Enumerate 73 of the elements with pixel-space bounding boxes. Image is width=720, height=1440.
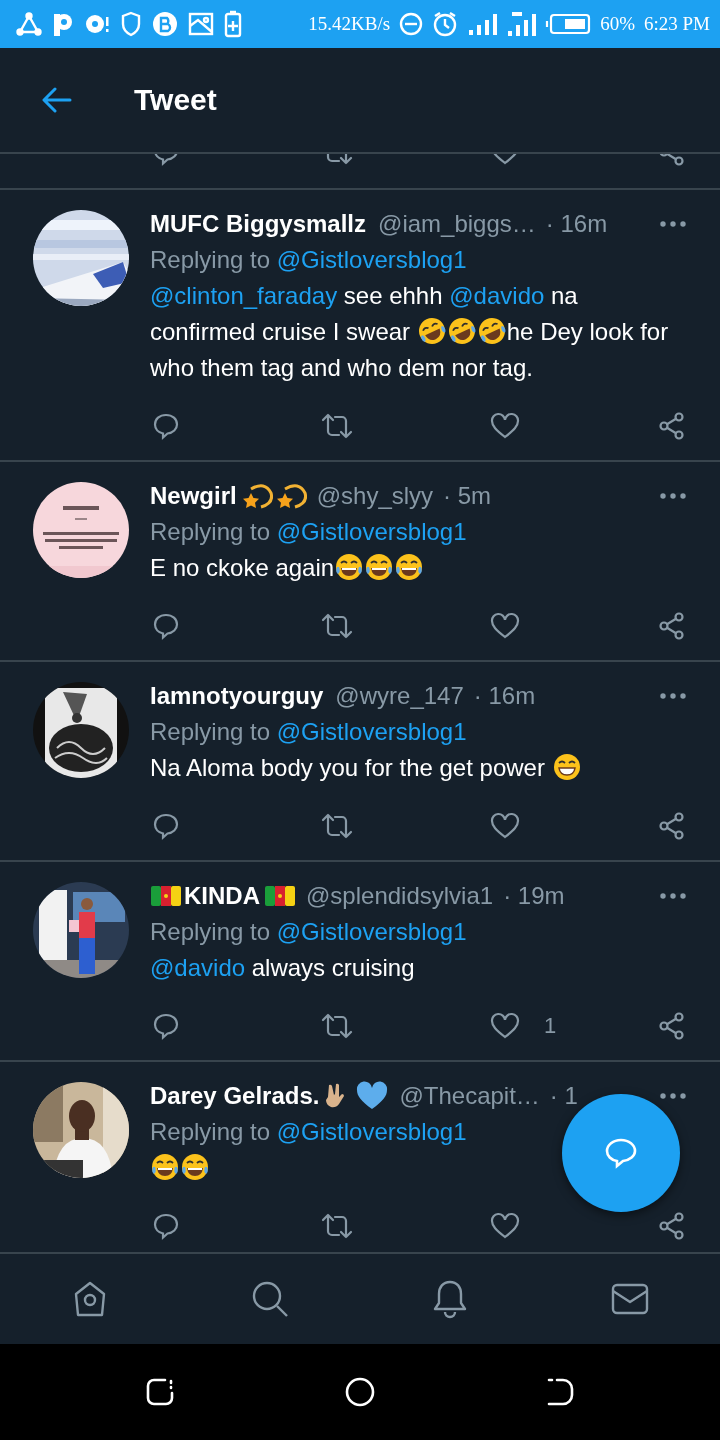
network-speed: 15.42KB/s [308, 13, 391, 35]
laughing-face-icon [476, 316, 507, 346]
mention-link[interactable]: @Gistloversblog1 [276, 1118, 467, 1145]
flag-icon [264, 884, 296, 908]
tweet-time: · 5m [443, 482, 492, 510]
battery-saver-icon [224, 10, 242, 38]
network-icon [16, 12, 42, 36]
battery-percentage: 60% [600, 13, 635, 35]
display-name: Darey Gelrads. [150, 1082, 320, 1110]
home-button-icon[interactable] [344, 1376, 376, 1408]
back-icon[interactable] [545, 1377, 575, 1407]
tweet-time: · 19m [503, 882, 565, 910]
tweet-text: E no ckoke again [150, 550, 686, 586]
more-icon[interactable] [660, 1093, 686, 1099]
replying-to-text: Replying to @Gistloversblog1 [150, 717, 467, 747]
more-icon[interactable] [660, 693, 686, 699]
user-handle: @iam_biggs… [378, 210, 536, 238]
display-name: Newgirl [150, 482, 237, 510]
mention-link[interactable]: @davido [150, 954, 246, 981]
more-icon[interactable] [660, 221, 686, 227]
mention-link[interactable]: @Gistloversblog1 [276, 918, 467, 945]
shield-icon [120, 11, 142, 37]
laughing-face-icon [364, 552, 395, 582]
display-name: Iamnotyourguy [150, 682, 324, 710]
more-icon[interactable] [660, 493, 686, 499]
tweet-time: · 1 [549, 1082, 578, 1110]
replying-to-text: Replying to @Gistloversblog1 [150, 517, 467, 547]
tweet-text: Na Aloma body you for the get power [150, 750, 686, 786]
notifications-icon[interactable] [431, 1279, 469, 1319]
tweet-text: @clinton_faraday see ehhh @davido na confirmed cruise I swear he Dey look for who them tag and who dem nor tag. [150, 281, 670, 383]
user-handle: @wyre_147 [335, 682, 464, 710]
back-arrow-icon[interactable] [42, 87, 72, 113]
laughing-face-icon [446, 316, 477, 346]
disc-icon [84, 12, 110, 36]
battery-icon [545, 13, 592, 35]
laughing-face-icon [180, 1152, 210, 1182]
app-icon [52, 11, 74, 37]
app-icon [152, 11, 178, 37]
tweet-text: @davido always cruising [150, 953, 416, 983]
mention-link[interactable]: @davido [449, 282, 545, 309]
like-count: 1 [544, 1013, 557, 1039]
user-handle: @shy_slyy [316, 482, 434, 510]
more-icon[interactable] [660, 893, 686, 899]
clock-time: 6:23 PM [644, 13, 710, 35]
recent-apps-icon[interactable] [145, 1377, 175, 1407]
user-handle: @Thecapit… [399, 1082, 540, 1110]
replying-to-text: Replying to @Gistloversblog1 [150, 917, 467, 947]
laughing-face-icon [416, 316, 447, 346]
do-not-disturb-icon [399, 12, 424, 36]
mention-link[interactable]: @Gistloversblog1 [276, 246, 467, 273]
laughing-face-icon [334, 552, 365, 582]
display-name: KINDA [184, 882, 260, 910]
image-icon [188, 12, 214, 36]
replying-to-text: Replying to @Gistloversblog1 [150, 1117, 467, 1147]
alarm-clock-icon [432, 11, 459, 37]
flag-icon [150, 884, 182, 908]
signal-icon [467, 12, 498, 36]
laughing-face-icon [150, 1152, 180, 1182]
heart-emoji-icon [355, 1081, 390, 1111]
tweet-time: · 16m [473, 682, 536, 710]
mention-link[interactable]: @Gistloversblog1 [276, 718, 467, 745]
mention-link[interactable]: @Gistloversblog1 [276, 518, 467, 545]
signal-icon [506, 11, 537, 37]
grinning-face-icon [551, 752, 582, 782]
page-title: Tweet [134, 83, 217, 117]
mention-link[interactable]: @clinton_faraday [150, 282, 338, 309]
tweet-time: · 16m [545, 210, 608, 238]
display-name: MUFC Biggysmallz [150, 210, 367, 238]
replying-to-text: Replying to @Gistloversblog1 [150, 245, 467, 275]
mail-icon[interactable] [611, 1283, 649, 1315]
user-handle: @splendidsylvia1 [306, 882, 494, 910]
search-icon[interactable] [251, 1280, 289, 1318]
laughing-face-icon [394, 552, 425, 582]
